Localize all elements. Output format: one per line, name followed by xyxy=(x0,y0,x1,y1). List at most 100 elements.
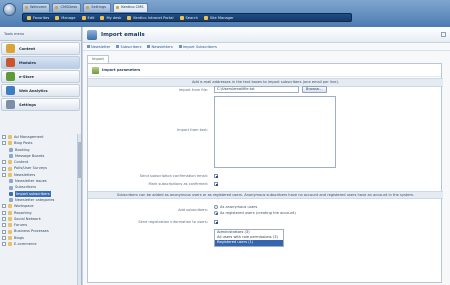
folder-icon xyxy=(8,223,12,228)
toolbar-item-manage[interactable]: Manage xyxy=(55,15,76,20)
page-header: Import emails xyxy=(83,27,450,43)
module-modules[interactable]: Modules xyxy=(1,56,80,69)
radio-registered[interactable]: As registered users (creating the accoun… xyxy=(214,211,296,215)
page-title: Import emails xyxy=(101,31,145,38)
expand-icon[interactable] xyxy=(2,217,6,221)
site-manager-icon xyxy=(203,15,208,20)
module-e-store[interactable]: e-Store xyxy=(1,70,80,83)
subtabs: Import xyxy=(87,55,109,63)
toolbar-item-edit[interactable]: Edit xyxy=(81,15,94,20)
module-list: Content Modules e-Store Web Analytics Settin… xyxy=(0,42,81,111)
page-icon xyxy=(9,191,13,196)
help-icon[interactable] xyxy=(441,32,446,37)
import-text-area[interactable] xyxy=(214,96,336,168)
list-item[interactable]: Registered users (1) xyxy=(215,240,283,246)
folder-icon xyxy=(8,235,12,240)
breadcrumb-newsletter[interactable]: Newsletter xyxy=(87,45,110,49)
toolbar-item-favorites[interactable]: Favorites xyxy=(27,15,49,20)
arrow-icon xyxy=(116,45,120,48)
roles-listbox[interactable]: Administrators (3) All users with role p… xyxy=(214,229,284,247)
browser-tab[interactable]: Settings xyxy=(83,3,112,12)
module-icon xyxy=(6,72,15,81)
browser-chrome: Welcome CMSDesk Settings Kentico CMS Fav… xyxy=(0,0,450,27)
site-icon xyxy=(127,15,132,20)
folder-icon xyxy=(8,229,12,234)
sidebar-header: Tools menu xyxy=(0,27,81,41)
page-icon xyxy=(9,179,13,184)
module-icon xyxy=(6,86,15,95)
browser-tabs: Welcome CMSDesk Settings Kentico CMS xyxy=(22,3,148,12)
browse-button[interactable]: Browse... xyxy=(302,86,327,93)
tab-import[interactable]: Import xyxy=(87,55,109,63)
radio-icon[interactable] xyxy=(214,205,218,209)
tree-item[interactable]: E-commerce xyxy=(0,241,82,247)
radio-icon[interactable] xyxy=(214,211,218,215)
add-subscribers-label: Add subscribers: xyxy=(178,208,208,212)
folder-icon xyxy=(8,160,12,165)
manage-icon xyxy=(55,15,60,20)
breadcrumb-import[interactable]: Import Subscribers xyxy=(178,45,217,49)
breadcrumb-subscribers[interactable]: Subscribers xyxy=(116,45,141,49)
edit-icon xyxy=(81,15,86,20)
breadcrumb-newsletters[interactable]: Newsletters xyxy=(147,45,173,49)
expand-icon[interactable] xyxy=(2,135,6,140)
toolbar-item-sitemanager[interactable]: Site Manager xyxy=(203,15,234,20)
send-confirmation-label: Send subscription confirmation email: xyxy=(139,174,208,178)
expand-icon[interactable] xyxy=(2,210,6,215)
folder-icon xyxy=(8,217,12,221)
toolbar-item-search[interactable]: Search xyxy=(179,15,198,20)
folder-icon xyxy=(8,204,12,209)
browser-tab[interactable]: Welcome xyxy=(22,3,51,12)
sidebar: Tools menu Content Modules e-Store Web Anal… xyxy=(0,27,82,285)
module-icon xyxy=(6,100,15,109)
main-content: Import emails Newsletter Subscribers New… xyxy=(83,27,450,285)
folder-icon xyxy=(8,172,12,177)
expand-icon[interactable] xyxy=(2,141,6,146)
radio-anonymous[interactable]: As anonymous users xyxy=(214,205,257,209)
module-label: Content xyxy=(19,46,36,51)
import-file-label: Import from file: xyxy=(178,88,208,92)
section-header: Import parameters xyxy=(88,64,441,77)
expand-icon[interactable] xyxy=(2,223,6,228)
module-content[interactable]: Content xyxy=(1,42,80,55)
expand-icon[interactable] xyxy=(2,166,6,171)
module-settings[interactable]: Settings xyxy=(1,98,80,111)
scrollbar-thumb[interactable] xyxy=(78,142,81,178)
module-icon xyxy=(6,44,15,53)
expand-icon[interactable] xyxy=(2,242,6,247)
sidebar-scrollbar[interactable] xyxy=(77,134,81,285)
arrow-icon xyxy=(87,45,90,48)
page-icon xyxy=(9,198,13,203)
send-confirmation-checkbox[interactable] xyxy=(214,174,218,178)
page-icon xyxy=(9,185,13,190)
folder-icon xyxy=(8,141,12,146)
folder-icon xyxy=(8,242,12,247)
desk-icon xyxy=(100,15,105,20)
import-text-label: Import from text: xyxy=(177,128,208,132)
expand-icon[interactable] xyxy=(2,229,6,234)
import-file-field[interactable]: C:\Users\emailfile.txt xyxy=(214,86,299,93)
expand-icon[interactable] xyxy=(2,235,6,240)
module-label: Settings xyxy=(19,102,36,107)
mark-confirmed-label: Mark subscriptions as confirmed: xyxy=(148,182,209,186)
page-icon xyxy=(9,147,13,152)
browser-tab-active[interactable]: Kentico CMS xyxy=(113,3,148,12)
arrow-icon xyxy=(178,45,182,48)
parameters-icon xyxy=(92,66,99,74)
toolbar-item-site[interactable]: Kentico Intranet Portal xyxy=(127,15,174,20)
mark-confirmed-checkbox[interactable] xyxy=(214,182,218,186)
module-label: e-Store xyxy=(19,74,34,79)
page-icon xyxy=(9,154,13,159)
toolbar-item-mydesk[interactable]: My desk xyxy=(100,15,121,20)
expand-icon[interactable] xyxy=(2,160,6,165)
expand-icon[interactable] xyxy=(2,204,6,209)
browser-tab[interactable]: CMSDesk xyxy=(52,3,82,12)
arrow-icon xyxy=(147,45,151,48)
module-web-analytics[interactable]: Web Analytics xyxy=(1,84,80,97)
send-registration-checkbox[interactable] xyxy=(214,220,218,224)
expand-icon[interactable] xyxy=(2,172,6,177)
folder-icon xyxy=(8,135,12,140)
search-icon xyxy=(179,15,184,20)
start-orb-icon[interactable] xyxy=(3,3,16,16)
navigation-tree: Ad Management Blog Posts Booking Message Bo… xyxy=(0,134,82,247)
